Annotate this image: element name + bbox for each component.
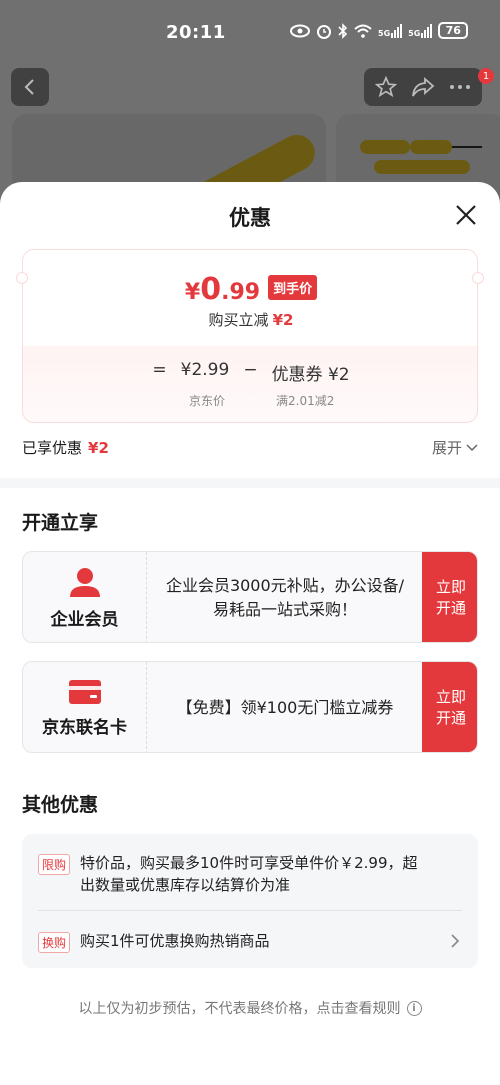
wifi-icon [354, 24, 372, 38]
status-bar: 20:11 5G 5G 76 [0, 0, 500, 66]
top-actions [364, 68, 482, 106]
cobrand-card-name: 京东联名卡 [42, 717, 127, 738]
cobrand-card: 京东联名卡 【免费】领¥100无门槛立减券 立即开通 [22, 661, 478, 753]
original-price: ¥2.99 [180, 360, 230, 380]
signal-2-icon: 5G [408, 23, 433, 38]
sheet-title: 优惠 [229, 206, 271, 230]
expand-button[interactable]: 展开 [432, 437, 478, 458]
alarm-icon [317, 24, 331, 39]
cobrand-card-desc: 【免费】领¥100无门槛立减券 [176, 698, 394, 717]
notification-badge: 1 [478, 68, 494, 84]
chevron-left-icon [24, 79, 34, 95]
star-icon[interactable] [375, 76, 397, 98]
price-card: ¥0.99 到手价 购买立减 ¥2 = ¥2.99 − 优惠券 ¥2 京东价 满2… [22, 249, 478, 423]
original-price-label: 京东价 [189, 394, 226, 408]
final-price: ¥0.99 [184, 272, 261, 307]
price-card-top: ¥0.99 到手价 购买立减 ¥2 [23, 250, 477, 346]
other-offers: 限购 特价品，购买最多10件时可享受单件价￥2.99，超出数量或优惠库存以结算价… [22, 834, 478, 968]
bluetooth-icon [338, 22, 348, 39]
price-breakdown: = ¥2.99 − 优惠券 ¥2 京东价 满2.01减2 [23, 346, 477, 422]
open-section-title: 开通立享 [22, 512, 99, 534]
card-notch-left [16, 272, 28, 284]
signal-1-icon: 5G [378, 23, 403, 38]
exchange-offer-text: 购买1件可优惠换购热销商品 [80, 932, 270, 950]
enterprise-member-left: 企业会员 [23, 552, 147, 642]
enterprise-member-name: 企业会员 [50, 609, 119, 630]
coupon-condition: 满2.01减2 [276, 394, 335, 408]
chevron-right-icon[interactable] [450, 934, 460, 948]
final-price-row: ¥0.99 到手价 [23, 272, 477, 307]
enterprise-member-open-button[interactable]: 立即开通 [422, 552, 477, 642]
cobrand-card-open-button[interactable]: 立即开通 [422, 662, 477, 752]
credit-card-icon [68, 679, 101, 704]
info-icon: i [406, 1000, 422, 1016]
back-button[interactable] [11, 68, 49, 106]
share-icon[interactable] [411, 76, 435, 98]
discount-sheet: 优惠 ¥0.99 到手价 购买立减 ¥2 = ¥2.99 − 优惠券 ¥2 京东价 [0, 182, 500, 1085]
chevron-down-icon [466, 443, 478, 451]
exchange-tag: 换购 [38, 932, 71, 953]
status-icons: 5G 5G 76 [290, 22, 469, 39]
section-divider [0, 478, 500, 488]
limit-offer-text: 特价品，购买最多10件时可享受单件价￥2.99，超出数量或优惠库存以结算价为准 [80, 854, 418, 894]
close-icon[interactable] [452, 201, 480, 229]
final-price-tag: 到手价 [268, 275, 318, 300]
enterprise-member-card: 企业会员 企业会员3000元补贴，办公设备/易耗品一站式采购！ 立即开通 [22, 551, 478, 643]
enjoyed-amount: ¥2 [88, 439, 109, 457]
coupon-amount: 优惠券 ¥2 [271, 365, 350, 385]
other-section-title: 其他优惠 [22, 794, 99, 816]
limit-tag: 限购 [38, 854, 71, 875]
battery-indicator: 76 [438, 22, 469, 39]
rules-footnote[interactable]: 以上仅为初步预估，不代表最终价格，点击查看规则 i [0, 998, 500, 1018]
price-formula: = ¥2.99 − 优惠券 ¥2 [152, 360, 350, 385]
status-time: 20:11 [166, 22, 226, 43]
enterprise-member-desc: 企业会员3000元补贴，办公设备/易耗品一站式采购！ [165, 576, 405, 619]
offer-row-exchange[interactable]: 换购 购买1件可优惠换购热销商品 [38, 930, 468, 954]
more-icon[interactable] [449, 84, 471, 90]
eye-icon [290, 24, 310, 37]
card-notch-right [472, 272, 484, 284]
offer-divider [38, 910, 462, 911]
cobrand-card-left: 京东联名卡 [23, 662, 147, 752]
enjoyed-label: 已享优惠 [22, 439, 83, 457]
enjoyed-discount-row: 已享优惠 ¥2 展开 [22, 437, 478, 461]
user-icon [69, 567, 100, 597]
instant-discount: 购买立减 ¥2 [208, 311, 294, 329]
